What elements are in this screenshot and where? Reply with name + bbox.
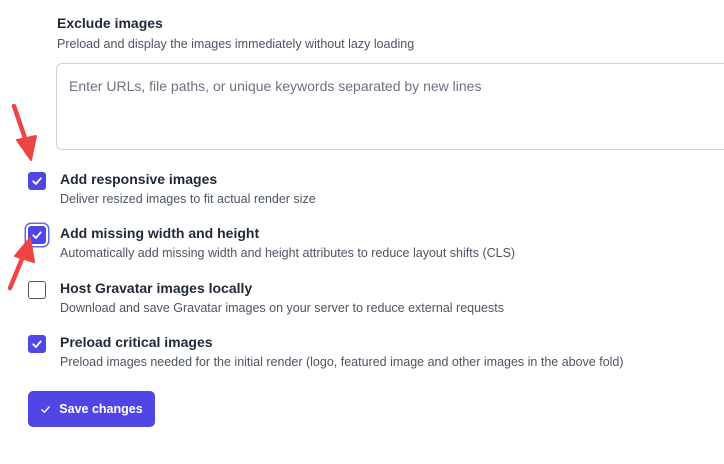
- exclude-images-section: Exclude images Preload and display the i…: [57, 14, 724, 52]
- option-description: Automatically add missing width and heig…: [60, 246, 516, 260]
- option-text: Add missing width and height Automatical…: [60, 224, 515, 261]
- exclude-images-description: Preload and display the images immediate…: [57, 37, 415, 51]
- option-text: Host Gravatar images locally Download an…: [60, 279, 504, 316]
- option-title: Host Gravatar images locally: [60, 280, 253, 296]
- option-description: Deliver resized images to fit actual ren…: [60, 192, 316, 206]
- save-changes-button[interactable]: Save changes: [28, 391, 155, 427]
- responsive-images-checkbox[interactable]: [28, 172, 46, 190]
- check-icon: [32, 340, 42, 348]
- option-title: Add responsive images: [60, 171, 218, 187]
- check-icon: [41, 405, 51, 413]
- option-description: Preload images needed for the initial re…: [60, 355, 624, 369]
- option-text: Add responsive images Deliver resized im…: [60, 170, 316, 207]
- option-description: Download and save Gravatar images on you…: [60, 301, 504, 315]
- save-changes-label: Save changes: [59, 402, 143, 416]
- exclude-images-textarea[interactable]: [56, 63, 724, 150]
- option-title: Add missing width and height: [60, 225, 260, 241]
- annotation-arrow-up-icon: [7, 237, 35, 291]
- exclude-images-title: Exclude images: [57, 15, 163, 31]
- preload-critical-checkbox[interactable]: [28, 335, 46, 353]
- option-title: Preload critical images: [60, 334, 213, 350]
- annotation-arrow-down-icon: [11, 103, 37, 161]
- check-icon: [32, 177, 42, 185]
- option-text: Preload critical images Preload images n…: [60, 333, 624, 370]
